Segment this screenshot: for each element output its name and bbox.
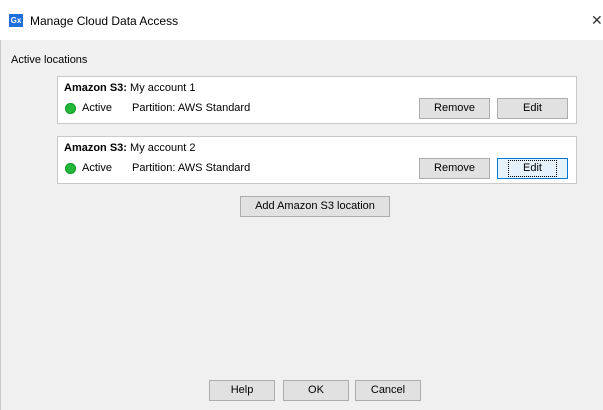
partition-text: Partition: AWS Standard xyxy=(132,162,251,174)
status-active-icon xyxy=(65,163,76,174)
edit-button-label: Edit xyxy=(508,160,557,177)
window-title: Manage Cloud Data Access xyxy=(30,14,179,28)
cancel-button[interactable]: Cancel xyxy=(355,380,421,401)
remove-button[interactable]: Remove xyxy=(419,98,490,119)
ok-button[interactable]: OK xyxy=(283,380,349,401)
active-locations-label: Active locations xyxy=(11,54,88,66)
provider-label: Amazon S3: xyxy=(64,82,127,94)
remove-button[interactable]: Remove xyxy=(419,158,490,179)
edit-button[interactable]: Edit xyxy=(497,158,568,179)
add-s3-location-button[interactable]: Add Amazon S3 location xyxy=(240,196,390,217)
status-active-icon xyxy=(65,103,76,114)
account-name: My account 1 xyxy=(130,82,196,94)
location-card-2: Amazon S3: My account 2 Active Partition… xyxy=(57,136,577,184)
status-text: Active xyxy=(82,102,112,114)
title-bar: Gx Manage Cloud Data Access ✕ xyxy=(0,0,603,36)
partition-text: Partition: AWS Standard xyxy=(132,102,251,114)
location-title: Amazon S3: My account 1 xyxy=(64,82,195,94)
help-button[interactable]: Help xyxy=(209,380,275,401)
location-card-1: Amazon S3: My account 1 Active Partition… xyxy=(57,76,577,124)
provider-label: Amazon S3: xyxy=(64,142,127,154)
dialog-body: Active locations Amazon S3: My account 1… xyxy=(0,40,603,410)
edit-button[interactable]: Edit xyxy=(497,98,568,119)
gx-app-icon: Gx xyxy=(9,14,23,27)
close-icon[interactable]: ✕ xyxy=(591,12,603,29)
location-title: Amazon S3: My account 2 xyxy=(64,142,195,154)
account-name: My account 2 xyxy=(130,142,196,154)
status-text: Active xyxy=(82,162,112,174)
